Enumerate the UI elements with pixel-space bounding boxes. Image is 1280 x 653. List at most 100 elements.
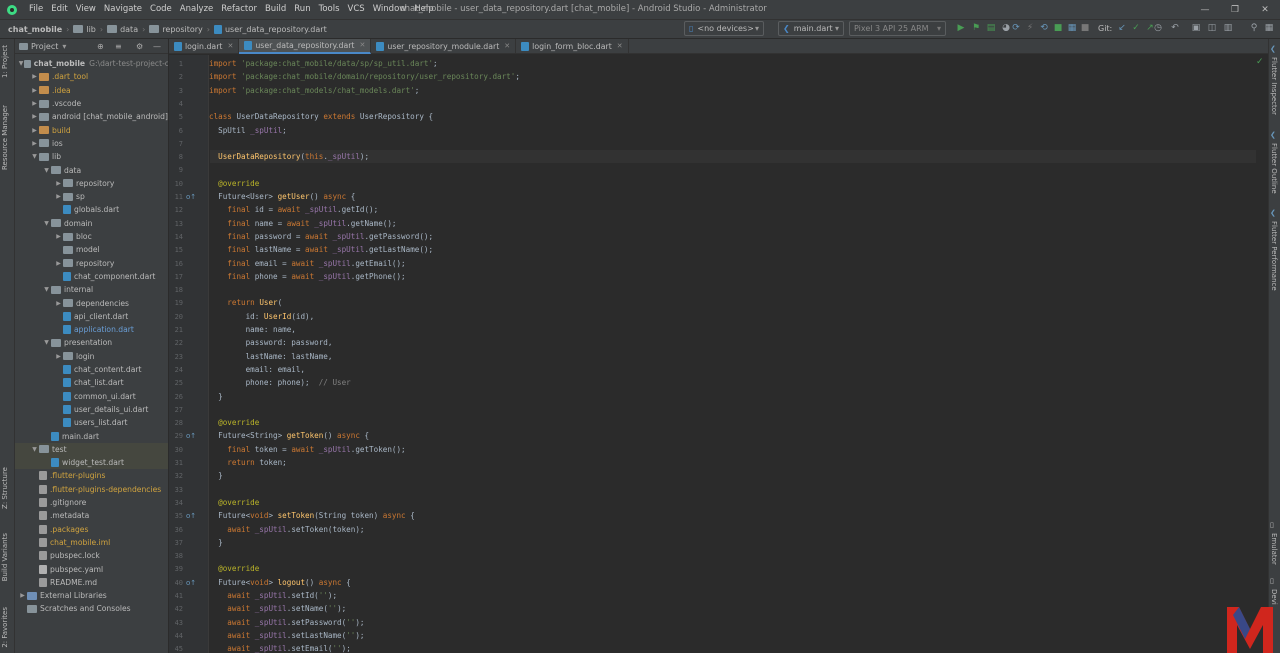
- close-tab-icon[interactable]: ✕: [617, 42, 623, 50]
- editor-tab[interactable]: user_data_repository.dart ✕: [239, 38, 372, 54]
- tree-item[interactable]: README.md: [15, 576, 168, 589]
- tree-item[interactable]: ▶ .dart_tool: [15, 70, 168, 83]
- breadcrumb-item[interactable]: user_data_repository.dart: [225, 25, 327, 34]
- minimize-button[interactable]: —: [1190, 0, 1220, 19]
- tree-item[interactable]: chat_mobile.iml: [15, 536, 168, 549]
- tree-item[interactable]: .flutter-plugins: [15, 469, 168, 482]
- tree-item[interactable]: user_details_ui.dart: [15, 403, 168, 416]
- search-icon[interactable]: ⚲: [1248, 22, 1260, 34]
- editor-tab[interactable]: login.dart ✕: [169, 38, 240, 54]
- flutter-inspector-tool-tab[interactable]: Flutter Inspector: [1270, 57, 1278, 115]
- collapsed-arrow-icon[interactable]: ▶: [30, 127, 39, 134]
- tree-item[interactable]: chat_component.dart: [15, 270, 168, 283]
- breadcrumb-item[interactable]: chat_mobile: [8, 25, 62, 34]
- close-tab-icon[interactable]: ✕: [360, 41, 366, 49]
- override-marker-icon[interactable]: o↑: [186, 579, 196, 587]
- tree-item[interactable]: ▶ .idea: [15, 84, 168, 97]
- tree-item[interactable]: api_client.dart: [15, 310, 168, 323]
- tree-item[interactable]: ▶ repository: [15, 177, 168, 190]
- rollback-icon[interactable]: ↶: [1169, 22, 1181, 34]
- tree-item[interactable]: ▶ External Libraries: [15, 589, 168, 602]
- menu-code[interactable]: Code: [146, 0, 176, 19]
- collapsed-arrow-icon[interactable]: ▶: [30, 100, 39, 107]
- collapsed-arrow-icon[interactable]: ▶: [30, 73, 39, 80]
- collapsed-arrow-icon[interactable]: ▶: [54, 193, 63, 200]
- tree-item[interactable]: ▼ presentation: [15, 336, 168, 349]
- avd-selector[interactable]: Pixel 3 API 25 ARM ▾: [849, 21, 946, 36]
- tree-item[interactable]: ▶ repository: [15, 257, 168, 270]
- collapsed-arrow-icon[interactable]: ▶: [54, 260, 63, 267]
- menu-edit[interactable]: Edit: [47, 0, 71, 19]
- menu-tools[interactable]: Tools: [315, 0, 344, 19]
- run-icon[interactable]: ▶: [955, 22, 967, 34]
- editor-tab[interactable]: login_form_bloc.dart ✕: [516, 38, 629, 54]
- tree-item[interactable]: ▼ internal: [15, 283, 168, 296]
- tree-item[interactable]: chat_content.dart: [15, 363, 168, 376]
- breadcrumb-item[interactable]: data: [120, 25, 138, 34]
- tree-item[interactable]: ▶ android [chat_mobile_android]: [15, 110, 168, 123]
- sdk-manager-icon[interactable]: ◫: [1206, 22, 1218, 34]
- collapsed-arrow-icon[interactable]: ▶: [18, 592, 27, 599]
- tree-item[interactable]: application.dart: [15, 323, 168, 336]
- collapsed-arrow-icon[interactable]: ▶: [54, 353, 63, 360]
- attach-icon[interactable]: ⟳: [1010, 22, 1022, 34]
- flutter-performance-tool-tab[interactable]: Flutter Performance: [1270, 221, 1278, 291]
- history-icon[interactable]: ◷: [1152, 22, 1164, 34]
- tree-item[interactable]: globals.dart: [15, 203, 168, 216]
- tree-item[interactable]: ▶ ios: [15, 137, 168, 150]
- menu-navigate[interactable]: Navigate: [100, 0, 146, 19]
- tree-item[interactable]: ▼ test: [15, 442, 168, 456]
- devtools-icon[interactable]: ▦: [1066, 22, 1078, 34]
- stop-icon[interactable]: ■: [1079, 22, 1091, 34]
- tree-item[interactable]: widget_test.dart: [15, 456, 168, 470]
- menu-analyze[interactable]: Analyze: [176, 0, 218, 19]
- menu-refactor[interactable]: Refactor: [217, 0, 261, 19]
- tree-item[interactable]: pubspec.lock: [15, 549, 168, 562]
- override-marker-icon[interactable]: o↑: [186, 193, 196, 201]
- collapsed-arrow-icon[interactable]: ▶: [54, 180, 63, 187]
- favorites-tool-tab[interactable]: 2: Favorites: [1, 607, 9, 648]
- tree-item[interactable]: Scratches and Consoles: [15, 602, 168, 615]
- tree-item[interactable]: ▼ data: [15, 163, 168, 176]
- tree-item[interactable]: main.dart: [15, 429, 168, 442]
- flutter-inspector-icon[interactable]: ■: [1052, 22, 1064, 34]
- tree-item[interactable]: ▶ bloc: [15, 230, 168, 243]
- git-update-icon[interactable]: ↙: [1116, 22, 1128, 34]
- hot-reload-icon[interactable]: ⚡: [1024, 22, 1036, 34]
- collapsed-arrow-icon[interactable]: ▶: [54, 300, 63, 307]
- collapsed-arrow-icon[interactable]: ▶: [30, 113, 39, 120]
- layout-icon[interactable]: ▦: [1263, 22, 1275, 34]
- collapsed-arrow-icon[interactable]: ▶: [54, 233, 63, 240]
- chevron-down-icon[interactable]: ▾: [62, 42, 66, 51]
- menu-view[interactable]: View: [72, 0, 100, 19]
- tree-item[interactable]: model: [15, 243, 168, 256]
- tree-item[interactable]: ▶ dependencies: [15, 296, 168, 309]
- expanded-arrow-icon[interactable]: ▼: [42, 286, 51, 293]
- tree-item[interactable]: ▶ build: [15, 124, 168, 137]
- expanded-arrow-icon[interactable]: ▼: [42, 167, 51, 174]
- expanded-arrow-icon[interactable]: ▼: [30, 446, 39, 453]
- menu-run[interactable]: Run: [290, 0, 314, 19]
- editor-tab[interactable]: user_repository_module.dart ✕: [371, 38, 517, 54]
- expanded-arrow-icon[interactable]: ▼: [30, 153, 39, 160]
- locate-icon[interactable]: ⊕: [97, 42, 104, 51]
- expanded-arrow-icon[interactable]: ▼: [42, 339, 51, 346]
- menu-file[interactable]: File: [25, 0, 47, 19]
- project-view-label[interactable]: Project: [31, 42, 58, 51]
- flutter-outline-tool-tab[interactable]: Flutter Outline: [1270, 143, 1278, 194]
- project-structure-icon[interactable]: ▣: [1190, 22, 1202, 34]
- tree-item[interactable]: .flutter-plugins-dependencies: [15, 483, 168, 496]
- tree-item[interactable]: ▶ login: [15, 350, 168, 363]
- tree-item[interactable]: .packages: [15, 523, 168, 536]
- build-variants-tool-tab[interactable]: Build Variants: [1, 533, 9, 581]
- expanded-arrow-icon[interactable]: ▼: [42, 220, 51, 227]
- tree-item[interactable]: ▼ chat_mobile G:\dart-test-project-c: [15, 57, 168, 70]
- menu-vcs[interactable]: VCS: [344, 0, 369, 19]
- breadcrumb-item[interactable]: repository: [162, 25, 202, 34]
- collapsed-arrow-icon[interactable]: ▶: [30, 140, 39, 147]
- avd-manager-icon[interactable]: ▥: [1222, 22, 1234, 34]
- git-commit-icon[interactable]: ✓: [1130, 22, 1142, 34]
- tree-item[interactable]: ▶ sp: [15, 190, 168, 203]
- structure-tool-tab[interactable]: Z: Structure: [1, 467, 9, 509]
- run-config-selector[interactable]: ❮ main.dart ▾: [778, 21, 844, 36]
